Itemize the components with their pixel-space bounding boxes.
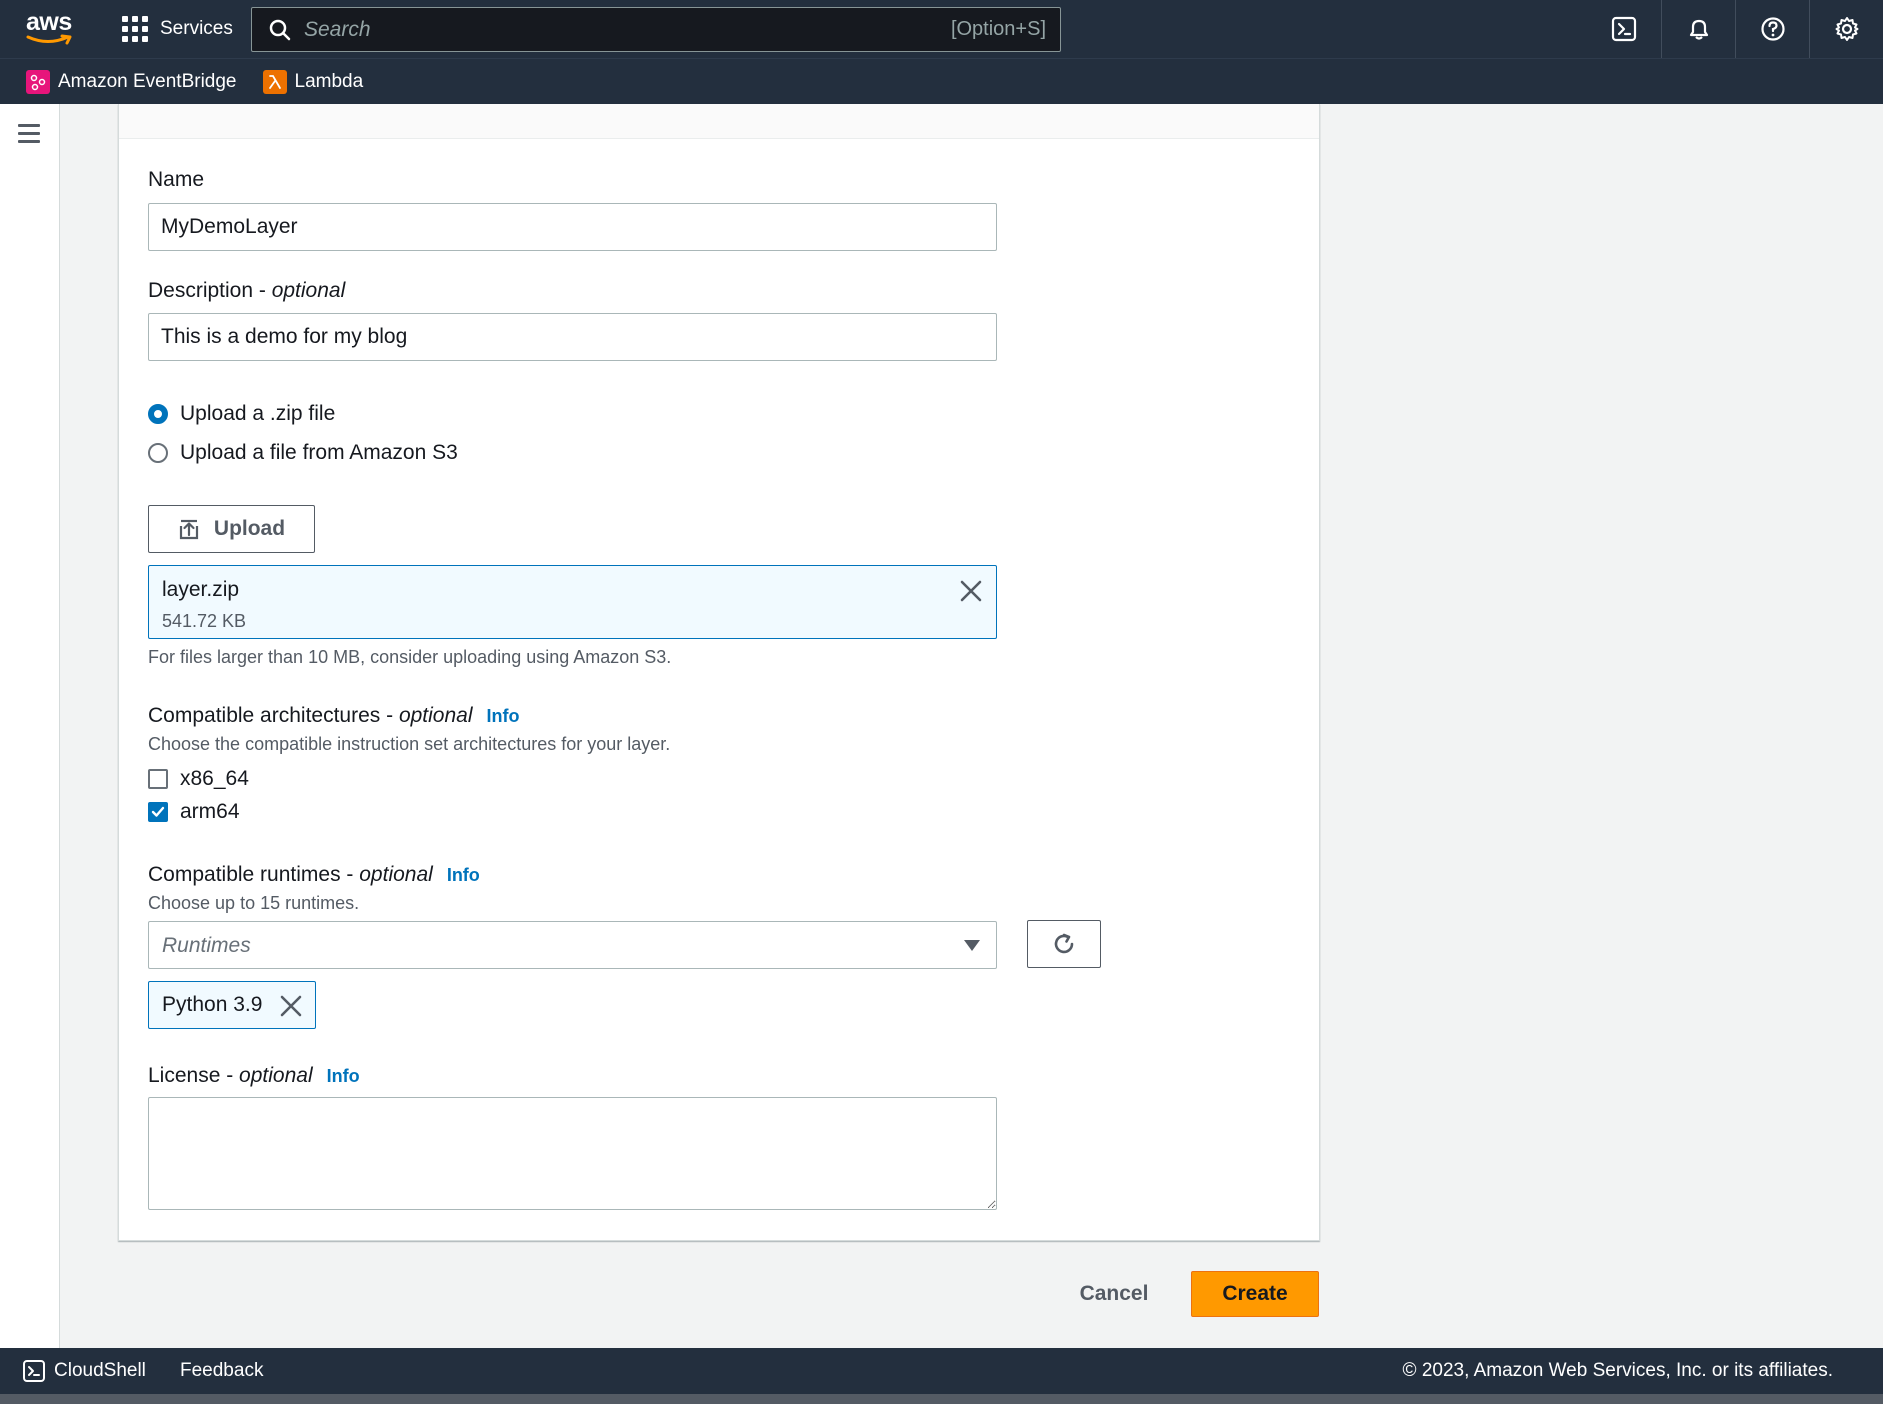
- file-size-hint: For files larger than 10 MB, consider up…: [148, 647, 672, 667]
- upload-button[interactable]: Upload: [148, 505, 315, 553]
- eventbridge-icon: [26, 69, 50, 94]
- global-search[interactable]: [Option+S]: [251, 7, 1061, 52]
- favorite-label: Lambda: [294, 70, 364, 92]
- notifications-button[interactable]: [1661, 0, 1735, 58]
- optional-text: optional: [398, 704, 473, 727]
- architectures-label: Compatible architectures - optional Info: [148, 704, 520, 727]
- search-shortcut: [Option+S]: [950, 18, 1046, 40]
- caret-down-icon: [964, 940, 980, 951]
- top-navigation: aws Services [Option+S]: [0, 0, 1883, 58]
- menu-icon[interactable]: [18, 124, 40, 148]
- refresh-icon: [1054, 933, 1074, 954]
- services-label: Services: [160, 18, 233, 39]
- uploaded-file-token: layer.zip 541.72 KB: [148, 565, 997, 639]
- services-menu[interactable]: Services: [122, 0, 233, 58]
- copyright-text: © 2023, Amazon Web Services, Inc. or its…: [1402, 1360, 1833, 1381]
- search-icon: [269, 19, 291, 40]
- remove-file-icon[interactable]: [958, 578, 984, 604]
- license-info-link[interactable]: Info: [327, 1066, 360, 1086]
- radio-upload-zip[interactable]: Upload a .zip file: [148, 402, 335, 426]
- services-grid-icon: [122, 16, 148, 42]
- checkbox-label: arm64: [180, 800, 240, 823]
- name-label: Name: [148, 168, 205, 191]
- gear-icon: [1835, 17, 1858, 41]
- aws-smile-icon: [26, 34, 72, 45]
- side-navigation-rail: [0, 104, 60, 1348]
- checkmark-icon: [151, 806, 165, 817]
- terminal-icon: [23, 1360, 45, 1382]
- radio-upload-s3[interactable]: Upload a file from Amazon S3: [148, 441, 458, 465]
- aws-logo-text: aws: [26, 8, 72, 36]
- description-label: Description - optional: [148, 279, 346, 302]
- favorite-label: Amazon EventBridge: [58, 70, 237, 92]
- runtimes-placeholder: Runtimes: [162, 934, 251, 957]
- create-button[interactable]: Create: [1191, 1271, 1319, 1317]
- upload-icon: [179, 519, 199, 540]
- lambda-icon: [262, 69, 287, 94]
- architectures-hint: Choose the compatible instruction set ar…: [148, 734, 671, 754]
- favorite-eventbridge[interactable]: Amazon EventBridge: [26, 69, 237, 94]
- radio-label: Upload a file from Amazon S3: [180, 441, 458, 464]
- container-header-strip: [119, 104, 1319, 139]
- feedback-link[interactable]: Feedback: [180, 1360, 263, 1382]
- optional-text: optional: [239, 1064, 313, 1087]
- checkbox-arm64[interactable]: arm64: [148, 800, 240, 824]
- checkbox-label: x86_64: [180, 767, 249, 790]
- cloudshell-button[interactable]: [1587, 0, 1661, 58]
- favorite-lambda[interactable]: Lambda: [262, 69, 364, 94]
- help-button[interactable]: [1735, 0, 1809, 58]
- search-input[interactable]: [304, 17, 924, 42]
- settings-button[interactable]: [1809, 0, 1883, 58]
- cloudshell-label: CloudShell: [54, 1360, 146, 1381]
- upload-button-label: Upload: [213, 517, 286, 540]
- checkbox-x86-64[interactable]: x86_64: [148, 767, 249, 791]
- file-size: 541.72 KB: [162, 611, 247, 631]
- runtimes-select[interactable]: Runtimes: [148, 921, 997, 969]
- file-name: layer.zip: [162, 578, 240, 601]
- checkbox[interactable]: [148, 769, 168, 789]
- bell-icon: [1689, 19, 1708, 40]
- refresh-runtimes-button[interactable]: [1027, 920, 1101, 968]
- runtimes-info-link[interactable]: Info: [447, 865, 480, 885]
- name-input[interactable]: [148, 203, 997, 251]
- aws-logo[interactable]: aws: [26, 10, 74, 46]
- help-icon: [1760, 17, 1785, 41]
- radio-label: Upload a .zip file: [180, 402, 336, 425]
- runtimes-label: Compatible runtimes - optional Info: [148, 863, 480, 886]
- terminal-icon: [1611, 16, 1637, 42]
- description-input[interactable]: [148, 313, 997, 361]
- footer-cloudshell-button[interactable]: CloudShell: [22, 1359, 146, 1383]
- optional-text: optional: [271, 279, 346, 302]
- favorites-bar: Amazon EventBridge Lambda: [0, 58, 1883, 104]
- runtimes-hint: Choose up to 15 runtimes.: [148, 893, 360, 913]
- console-footer: CloudShell Feedback © 2023, Amazon Web S…: [0, 1348, 1883, 1394]
- architectures-info-link[interactable]: Info: [487, 706, 520, 726]
- radio-button-checked[interactable]: [148, 404, 168, 424]
- cancel-button[interactable]: Cancel: [1066, 1271, 1162, 1317]
- license-textarea[interactable]: [148, 1097, 997, 1210]
- checkbox-checked[interactable]: [148, 802, 168, 822]
- nav-icon-group: [1587, 0, 1883, 58]
- radio-button[interactable]: [148, 443, 168, 463]
- selected-runtime-token: Python 3.9: [148, 981, 316, 1029]
- runtime-token-label: Python 3.9: [162, 993, 263, 1016]
- remove-runtime-icon[interactable]: [279, 994, 303, 1018]
- footer-bottom-strip: [0, 1394, 1883, 1404]
- license-label: License - optional Info: [148, 1064, 360, 1087]
- optional-text: optional: [359, 863, 433, 886]
